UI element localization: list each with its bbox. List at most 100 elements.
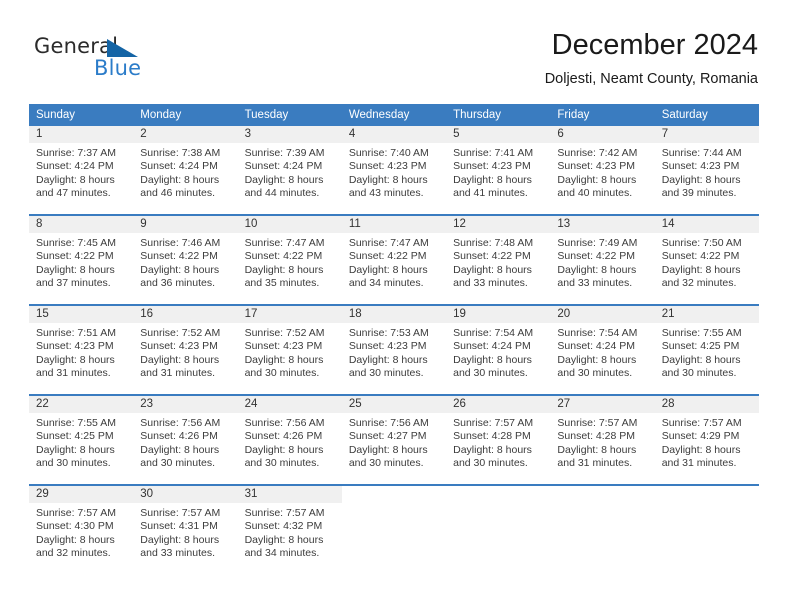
sunset-text: Sunset: 4:22 PM [244,250,323,263]
day-cell[interactable]: 28 Sunrise: 7:57 AM Sunset: 4:29 PM Dayl… [654,394,759,485]
triangle-logo-icon [107,39,138,57]
daylight-text-line1: Daylight: 8 hours [36,443,115,456]
brand-name-blue: Blue [94,56,142,80]
sunset-text: Sunset: 4:23 PM [348,340,427,353]
sunset-text: Sunset: 4:27 PM [348,430,427,443]
day-cell[interactable]: 15 Sunrise: 7:51 AM Sunset: 4:23 PM Dayl… [29,304,134,395]
day-cell[interactable]: 12 Sunrise: 7:48 AM Sunset: 4:22 PM Dayl… [446,214,551,305]
daylight-text-line2: and 34 minutes. [244,547,320,560]
day-number: 10 [237,216,342,233]
daylight-text-line2: and 30 minutes. [36,457,111,470]
day-details: Sunrise: 7:56 AM Sunset: 4:26 PM Dayligh… [133,413,237,471]
daylight-text-line1: Daylight: 8 hours [348,263,428,276]
sunrise-text: Sunrise: 7:47 AM [244,237,325,249]
calendar-week-row: 8 Sunrise: 7:45 AM Sunset: 4:22 PM Dayli… [29,214,759,305]
day-cell[interactable]: 20 Sunrise: 7:54 AM Sunset: 4:24 PM Dayl… [550,304,655,395]
daylight-text-line2: and 31 minutes. [36,367,111,380]
day-cell[interactable]: 23 Sunrise: 7:56 AM Sunset: 4:26 PM Dayl… [133,394,238,485]
sunrise-sunset-calendar: Sunday Monday Tuesday Wednesday Thursday… [29,104,759,574]
daylight-text-line1: Daylight: 8 hours [348,443,428,456]
sunset-text: Sunset: 4:22 PM [36,250,114,263]
daylight-text-line2: and 30 minutes. [244,367,320,380]
weekday-header-thursday: Thursday [446,104,551,126]
day-details: Sunrise: 7:56 AM Sunset: 4:26 PM Dayligh… [238,413,342,471]
daylight-text-line2: and 30 minutes. [453,367,528,380]
daylight-text-line1: Daylight: 8 hours [348,173,428,186]
sunrise-text: Sunrise: 7:44 AM [661,147,742,159]
day-number: 12 [446,216,551,233]
day-cell[interactable]: 3 Sunrise: 7:39 AM Sunset: 4:24 PM Dayli… [237,126,342,215]
sunset-text: Sunset: 4:22 PM [140,250,218,263]
day-cell[interactable]: 1 Sunrise: 7:37 AM Sunset: 4:24 PM Dayli… [29,126,134,215]
sunset-text: Sunset: 4:32 PM [244,520,323,533]
sunrise-text: Sunrise: 7:38 AM [140,147,221,159]
sunrise-text: Sunrise: 7:37 AM [36,147,116,159]
day-cell[interactable]: 4 Sunrise: 7:40 AM Sunset: 4:23 PM Dayli… [341,126,447,215]
day-cell[interactable]: 6 Sunrise: 7:42 AM Sunset: 4:23 PM Dayli… [550,126,655,215]
weekday-header-tuesday: Tuesday [237,104,342,126]
day-cell[interactable]: 10 Sunrise: 7:47 AM Sunset: 4:22 PM Dayl… [237,214,342,305]
day-cell[interactable]: 31 Sunrise: 7:57 AM Sunset: 4:32 PM Dayl… [237,484,342,574]
daylight-text-line2: and 46 minutes. [140,187,215,200]
day-cell[interactable]: 30 Sunrise: 7:57 AM Sunset: 4:31 PM Dayl… [133,484,238,574]
sunrise-text: Sunrise: 7:56 AM [244,417,325,429]
day-cell[interactable]: 9 Sunrise: 7:46 AM Sunset: 4:22 PM Dayli… [133,214,238,305]
day-number: 21 [654,306,759,323]
day-cell[interactable]: 16 Sunrise: 7:52 AM Sunset: 4:23 PM Dayl… [133,304,238,395]
day-details: Sunrise: 7:48 AM Sunset: 4:22 PM Dayligh… [446,233,550,291]
day-cell[interactable]: 22 Sunrise: 7:55 AM Sunset: 4:25 PM Dayl… [29,394,134,485]
day-details: Sunrise: 7:46 AM Sunset: 4:22 PM Dayligh… [133,233,237,291]
day-cell[interactable]: 29 Sunrise: 7:57 AM Sunset: 4:30 PM Dayl… [29,484,134,574]
day-number: 29 [29,486,134,503]
day-details: Sunrise: 7:39 AM Sunset: 4:24 PM Dayligh… [238,143,342,201]
general-blue-logo[interactable]: General Blue [34,34,264,86]
day-cell[interactable]: 24 Sunrise: 7:56 AM Sunset: 4:26 PM Dayl… [237,394,342,485]
day-details: Sunrise: 7:54 AM Sunset: 4:24 PM Dayligh… [446,323,550,381]
sunset-text: Sunset: 4:26 PM [140,430,218,443]
day-cell[interactable]: 27 Sunrise: 7:57 AM Sunset: 4:28 PM Dayl… [550,394,655,485]
daylight-text-line1: Daylight: 8 hours [244,173,324,186]
page-title: December 2024 [551,29,758,61]
daylight-text-line1: Daylight: 8 hours [36,263,115,276]
page-header: General Blue December 2024 Doljesti, Nea… [0,0,792,104]
day-details: Sunrise: 7:47 AM Sunset: 4:22 PM Dayligh… [238,233,342,291]
brand-name-general: General [34,34,119,58]
daylight-text-line2: and 31 minutes. [661,457,737,470]
day-details: Sunrise: 7:55 AM Sunset: 4:25 PM Dayligh… [655,323,759,381]
daylight-text-line2: and 32 minutes. [661,277,737,290]
day-details: Sunrise: 7:38 AM Sunset: 4:24 PM Dayligh… [133,143,237,201]
day-cell[interactable]: 11 Sunrise: 7:47 AM Sunset: 4:22 PM Dayl… [341,214,447,305]
day-cell[interactable]: 17 Sunrise: 7:52 AM Sunset: 4:23 PM Dayl… [237,304,342,395]
day-details: Sunrise: 7:52 AM Sunset: 4:23 PM Dayligh… [133,323,237,381]
sunrise-text: Sunrise: 7:52 AM [140,327,221,339]
daylight-text-line1: Daylight: 8 hours [557,353,637,366]
day-cell[interactable]: 13 Sunrise: 7:49 AM Sunset: 4:22 PM Dayl… [550,214,655,305]
day-cell[interactable]: 18 Sunrise: 7:53 AM Sunset: 4:23 PM Dayl… [341,304,447,395]
day-cell[interactable]: 2 Sunrise: 7:38 AM Sunset: 4:24 PM Dayli… [133,126,238,215]
day-cell[interactable]: 5 Sunrise: 7:41 AM Sunset: 4:23 PM Dayli… [446,126,551,215]
sunrise-text: Sunrise: 7:40 AM [348,147,429,159]
sunrise-text: Sunrise: 7:46 AM [140,237,221,249]
day-cell[interactable]: 8 Sunrise: 7:45 AM Sunset: 4:22 PM Dayli… [29,214,134,305]
sunset-text: Sunset: 4:23 PM [661,160,740,173]
day-number [446,486,550,503]
day-cell[interactable]: 14 Sunrise: 7:50 AM Sunset: 4:22 PM Dayl… [654,214,759,305]
day-number: 2 [133,126,238,143]
daylight-text-line2: and 30 minutes. [661,367,737,380]
calendar-week-row: 15 Sunrise: 7:51 AM Sunset: 4:23 PM Dayl… [29,304,759,395]
day-number: 8 [29,216,134,233]
day-number: 23 [133,396,238,413]
day-cell[interactable]: 26 Sunrise: 7:57 AM Sunset: 4:28 PM Dayl… [446,394,551,485]
sunrise-text: Sunrise: 7:45 AM [36,237,116,249]
day-details: Sunrise: 7:41 AM Sunset: 4:23 PM Dayligh… [446,143,550,201]
day-cell[interactable]: 21 Sunrise: 7:55 AM Sunset: 4:25 PM Dayl… [654,304,759,395]
day-cell[interactable]: 7 Sunrise: 7:44 AM Sunset: 4:23 PM Dayli… [654,126,759,215]
sunset-text: Sunset: 4:23 PM [140,340,218,353]
day-cell[interactable]: 25 Sunrise: 7:56 AM Sunset: 4:27 PM Dayl… [341,394,447,485]
day-number: 14 [654,216,759,233]
sunrise-text: Sunrise: 7:57 AM [661,417,742,429]
day-cell[interactable]: 19 Sunrise: 7:54 AM Sunset: 4:24 PM Dayl… [446,304,551,395]
day-details: Sunrise: 7:57 AM Sunset: 4:32 PM Dayligh… [238,503,342,561]
sunset-text: Sunset: 4:22 PM [557,250,636,263]
day-cell-empty [654,484,759,574]
